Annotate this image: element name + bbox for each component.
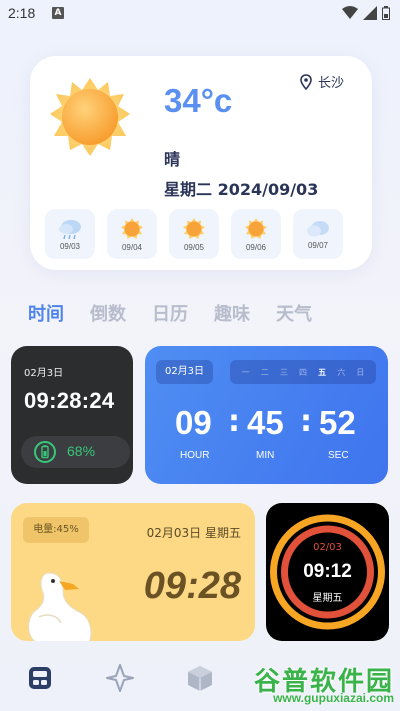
watermark: 谷普软件园 www.gupuxiazai.com (224, 661, 394, 709)
status-icons (342, 6, 390, 20)
weather-date: 星期二 2024/09/03 (164, 180, 319, 199)
compass-nav-icon[interactable] (104, 662, 136, 694)
sun-icon (121, 217, 143, 239)
widget-date: 02月3日 (156, 360, 213, 384)
weekday: 六 (337, 367, 346, 377)
cloud-rain-icon (59, 219, 81, 239)
clock-digits: 09 : 45 : 52 (145, 404, 388, 444)
widget-duck-clock[interactable]: 电量:45% 02月03日 星期五 09:28 (11, 503, 255, 641)
weekday: 四 (298, 367, 307, 377)
widget-date: 02月3日 (24, 368, 64, 379)
widget-time: 09:28 (143, 565, 241, 607)
weekday: 三 (279, 367, 288, 377)
signal-icon (363, 6, 377, 20)
widget-weekday: 星期五 (312, 593, 343, 604)
tab-countdown[interactable]: 倒数 (90, 300, 126, 326)
duck-illustration-icon (28, 572, 92, 641)
widget-time: 09:12 (303, 561, 352, 582)
battery-percent: 68% (67, 443, 96, 459)
widget-blue-clock[interactable]: 02月3日 一 二 三 四 五 六 日 09 : 45 : 52 HOUR MI… (145, 346, 388, 484)
forecast-date: 09/05 (183, 242, 205, 252)
weather-condition: 晴 (164, 150, 181, 169)
sun-icon (50, 78, 130, 156)
status-time: 2:18 (8, 5, 36, 21)
weekday-strip: 一 二 三 四 五 六 日 (230, 360, 376, 384)
forecast-list: 09/03 09/04 09/05 09/06 09/07 (45, 209, 343, 259)
clock-colon: : (300, 404, 312, 439)
clock-second: 52 (319, 404, 356, 441)
weather-card[interactable]: 34°c 长沙 晴 星期二 2024/09/03 09/03 09/04 09/… (30, 56, 372, 270)
status-bar: 2:18 A (0, 0, 400, 28)
clock-minute: 45 (247, 404, 284, 441)
tab-weather[interactable]: 天气 (276, 300, 312, 326)
forecast-item[interactable]: 09/07 (293, 209, 343, 259)
cube-nav-icon[interactable] (184, 662, 216, 694)
weekday: 一 (241, 367, 250, 377)
widget-ring-clock[interactable]: 02/03 09:12 星期五 (266, 503, 389, 641)
weekday: 二 (260, 367, 269, 377)
min-label: MIN (256, 450, 275, 461)
battery-ring-icon (34, 441, 56, 463)
location-pin-icon (300, 73, 312, 90)
widget-dark-clock[interactable]: 02月3日 09:28:24 68% (11, 346, 133, 484)
forecast-date: 09/06 (245, 242, 267, 252)
temperature: 34°c (164, 82, 233, 119)
widgets-nav-icon[interactable] (24, 662, 56, 694)
location[interactable]: 长沙 (300, 72, 344, 91)
wifi-icon (342, 6, 358, 19)
weekday-current: 五 (318, 367, 327, 377)
clock-hour: 09 (175, 404, 212, 441)
widget-time: 09:28:24 (24, 388, 115, 413)
tab-time[interactable]: 时间 (28, 300, 64, 326)
watermark-url: www.gupuxiazai.com (273, 691, 394, 705)
forecast-date: 09/03 (59, 241, 81, 251)
sun-icon (183, 217, 205, 239)
forecast-item[interactable]: 09/05 (169, 209, 219, 259)
clock-colon: : (228, 404, 240, 439)
battery-icon (382, 6, 390, 20)
sun-icon (245, 217, 267, 239)
widget-date: 02/03 (313, 542, 342, 553)
battery-pill: 68% (21, 436, 130, 468)
battery-badge: 电量:45% (23, 517, 89, 543)
forecast-item[interactable]: 09/04 (107, 209, 157, 259)
tab-fun[interactable]: 趣味 (214, 300, 250, 326)
forecast-item[interactable]: 09/06 (231, 209, 281, 259)
notification-badge: A (52, 7, 64, 19)
category-tabs: 时间 倒数 日历 趣味 天气 (28, 300, 312, 326)
widget-date: 02月03日 星期五 (146, 526, 241, 540)
forecast-date: 09/07 (307, 240, 329, 250)
cloud-icon (307, 220, 329, 236)
forecast-date: 09/04 (121, 242, 143, 252)
tab-calendar[interactable]: 日历 (152, 300, 188, 326)
sec-label: SEC (328, 450, 349, 461)
hour-label: HOUR (180, 450, 210, 461)
location-name: 长沙 (317, 76, 344, 91)
weekday: 日 (356, 367, 365, 377)
forecast-item[interactable]: 09/03 (45, 209, 95, 259)
